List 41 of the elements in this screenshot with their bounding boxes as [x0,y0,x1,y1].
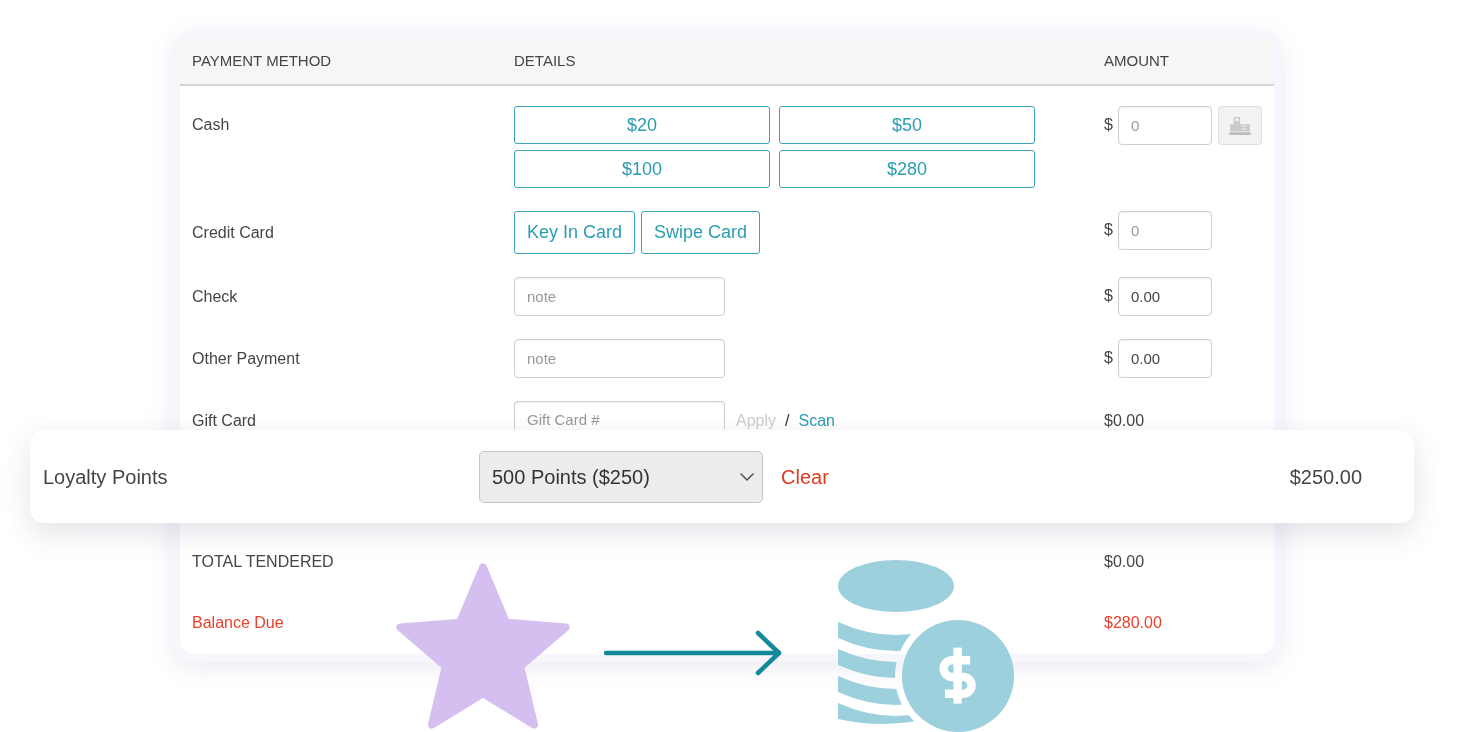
column-header: AMOUNT [1104,52,1169,69]
scan-link[interactable]: Scan [798,408,835,433]
amount-input[interactable]: 0 [1118,211,1212,250]
points-select[interactable]: 500 Points ($250) [479,450,763,503]
payment-method-label: Gift Card [192,410,256,431]
amount-input[interactable]: 0.00 [1118,277,1212,316]
total-amount: $0.00 [1104,553,1145,570]
quick-amount-button[interactable]: $20 [514,106,770,144]
total-amount: $280.00 [1104,614,1162,631]
quick-amount-button[interactable]: $280 [779,150,1035,188]
quick-amount-button[interactable]: $50 [779,106,1035,144]
payment-method-label: Other Payment [192,348,300,369]
total-label: Balance Due [192,614,284,631]
card-action-button[interactable]: Key In Card [514,211,636,254]
star-icon [396,562,570,730]
note-input[interactable]: note [514,339,725,378]
card-action-button[interactable]: Swipe Card [641,211,761,254]
payment-method-label: Credit Card [192,222,274,243]
amount-input[interactable]: 0 [1118,106,1212,145]
column-header: PAYMENT METHOD [192,52,332,69]
cash-register-icon [1229,116,1251,135]
amount-input[interactable]: 0.00 [1118,339,1212,378]
chevron-down-icon [740,472,754,481]
arrow-icon [603,630,783,676]
quick-amount-button[interactable]: $100 [514,150,770,188]
currency-symbol: $ [1104,220,1114,240]
loyalty-amount: $250.00 [1289,464,1362,490]
payment-method-label: Check [192,286,238,307]
separator-slash: / [785,410,790,431]
total-label: TOTAL TENDERED [192,553,334,570]
gift-card-amount: $0.00 [1104,410,1145,431]
gift-card-input[interactable]: Gift Card # [514,401,725,429]
column-header: DETAILS [514,52,576,69]
clear-link[interactable]: Clear [781,461,829,492]
payment-method-label: Cash [192,115,230,135]
currency-symbol: $ [1104,286,1114,306]
note-input[interactable]: note [514,277,725,316]
loyalty-points-label: Loyalty Points [43,465,168,488]
currency-symbol: $ [1104,348,1114,368]
currency-symbol: $ [1104,115,1114,135]
cash-register-button[interactable] [1218,106,1262,145]
